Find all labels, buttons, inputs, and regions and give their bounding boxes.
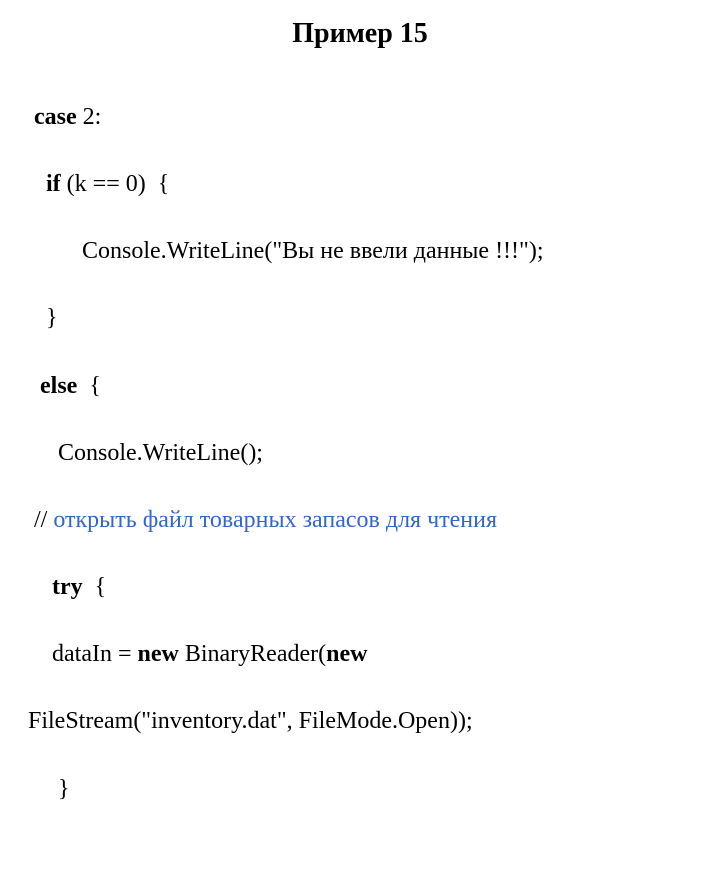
keyword-new: new (138, 641, 179, 667)
slide-content: Пример 15 case 2: if (k == 0) { Console.… (0, 0, 720, 893)
code-line: try { (28, 571, 692, 605)
code-line: if (k == 0) { (28, 168, 692, 202)
comment-text: открыть файл товарных запасов для чтения (53, 507, 497, 533)
code-line: } (28, 302, 692, 336)
keyword-else: else (40, 373, 77, 399)
keyword-if: if (46, 171, 61, 197)
code-line: FileStream("inventory.dat", FileMode.Ope… (28, 705, 692, 739)
slide-title: Пример 15 (28, 14, 692, 53)
keyword-try: try (52, 574, 83, 600)
keyword-case: case (34, 104, 77, 130)
code-snippet: case 2: if (k == 0) { Console.WriteLine(… (28, 67, 692, 873)
code-line: else { (28, 370, 692, 404)
keyword-new: new (326, 641, 367, 667)
code-line: Console.WriteLine("Вы не ввели данные !!… (28, 235, 692, 269)
code-line: } (28, 773, 692, 807)
code-line: dataIn = new BinaryReader(new (28, 638, 692, 672)
code-line: // открыть файл товарных запасов для чте… (28, 504, 692, 538)
code-line: case 2: (28, 101, 692, 135)
code-line: Console.WriteLine(); (28, 437, 692, 471)
